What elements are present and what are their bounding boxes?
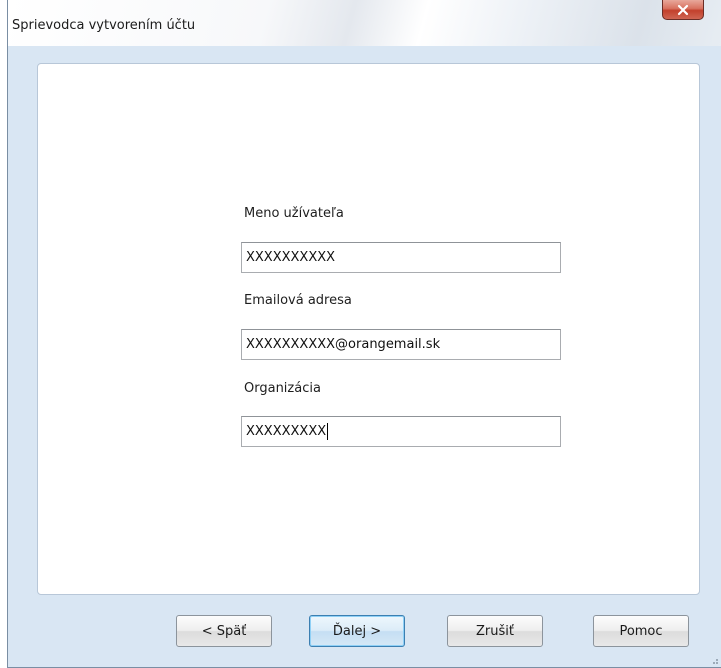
help-button[interactable]: Pomoc <box>593 615 689 647</box>
resize-grip-icon[interactable] <box>709 655 719 665</box>
close-button[interactable] <box>662 0 704 20</box>
text-caret <box>327 423 329 440</box>
next-button[interactable]: Ďalej > <box>309 615 405 647</box>
close-icon <box>677 4 689 15</box>
content-panel: Meno užívateľa XXXXXXXXXX Emailová adres… <box>37 63 700 595</box>
email-input[interactable]: XXXXXXXXXX@orangemail.sk <box>241 329 561 360</box>
window-title: Sprievodca vytvorením účtu <box>12 18 196 33</box>
username-label: Meno užívateľa <box>244 206 344 221</box>
back-button[interactable]: < Späť <box>176 615 272 647</box>
cancel-button[interactable]: Zrušiť <box>447 615 543 647</box>
email-label: Emailová adresa <box>244 293 352 308</box>
username-input[interactable]: XXXXXXXXXX <box>241 242 561 273</box>
organization-value: XXXXXXXXX <box>246 424 327 439</box>
account-wizard-dialog: Sprievodca vytvorením účtu Meno užívateľ… <box>7 0 721 668</box>
organization-label: Organizácia <box>244 381 321 396</box>
organization-input[interactable]: XXXXXXXXX <box>241 416 561 447</box>
email-value: XXXXXXXXXX@orangemail.sk <box>246 337 441 352</box>
title-bar[interactable]: Sprievodca vytvorením účtu <box>8 0 721 46</box>
username-value: XXXXXXXXXX <box>246 250 336 265</box>
